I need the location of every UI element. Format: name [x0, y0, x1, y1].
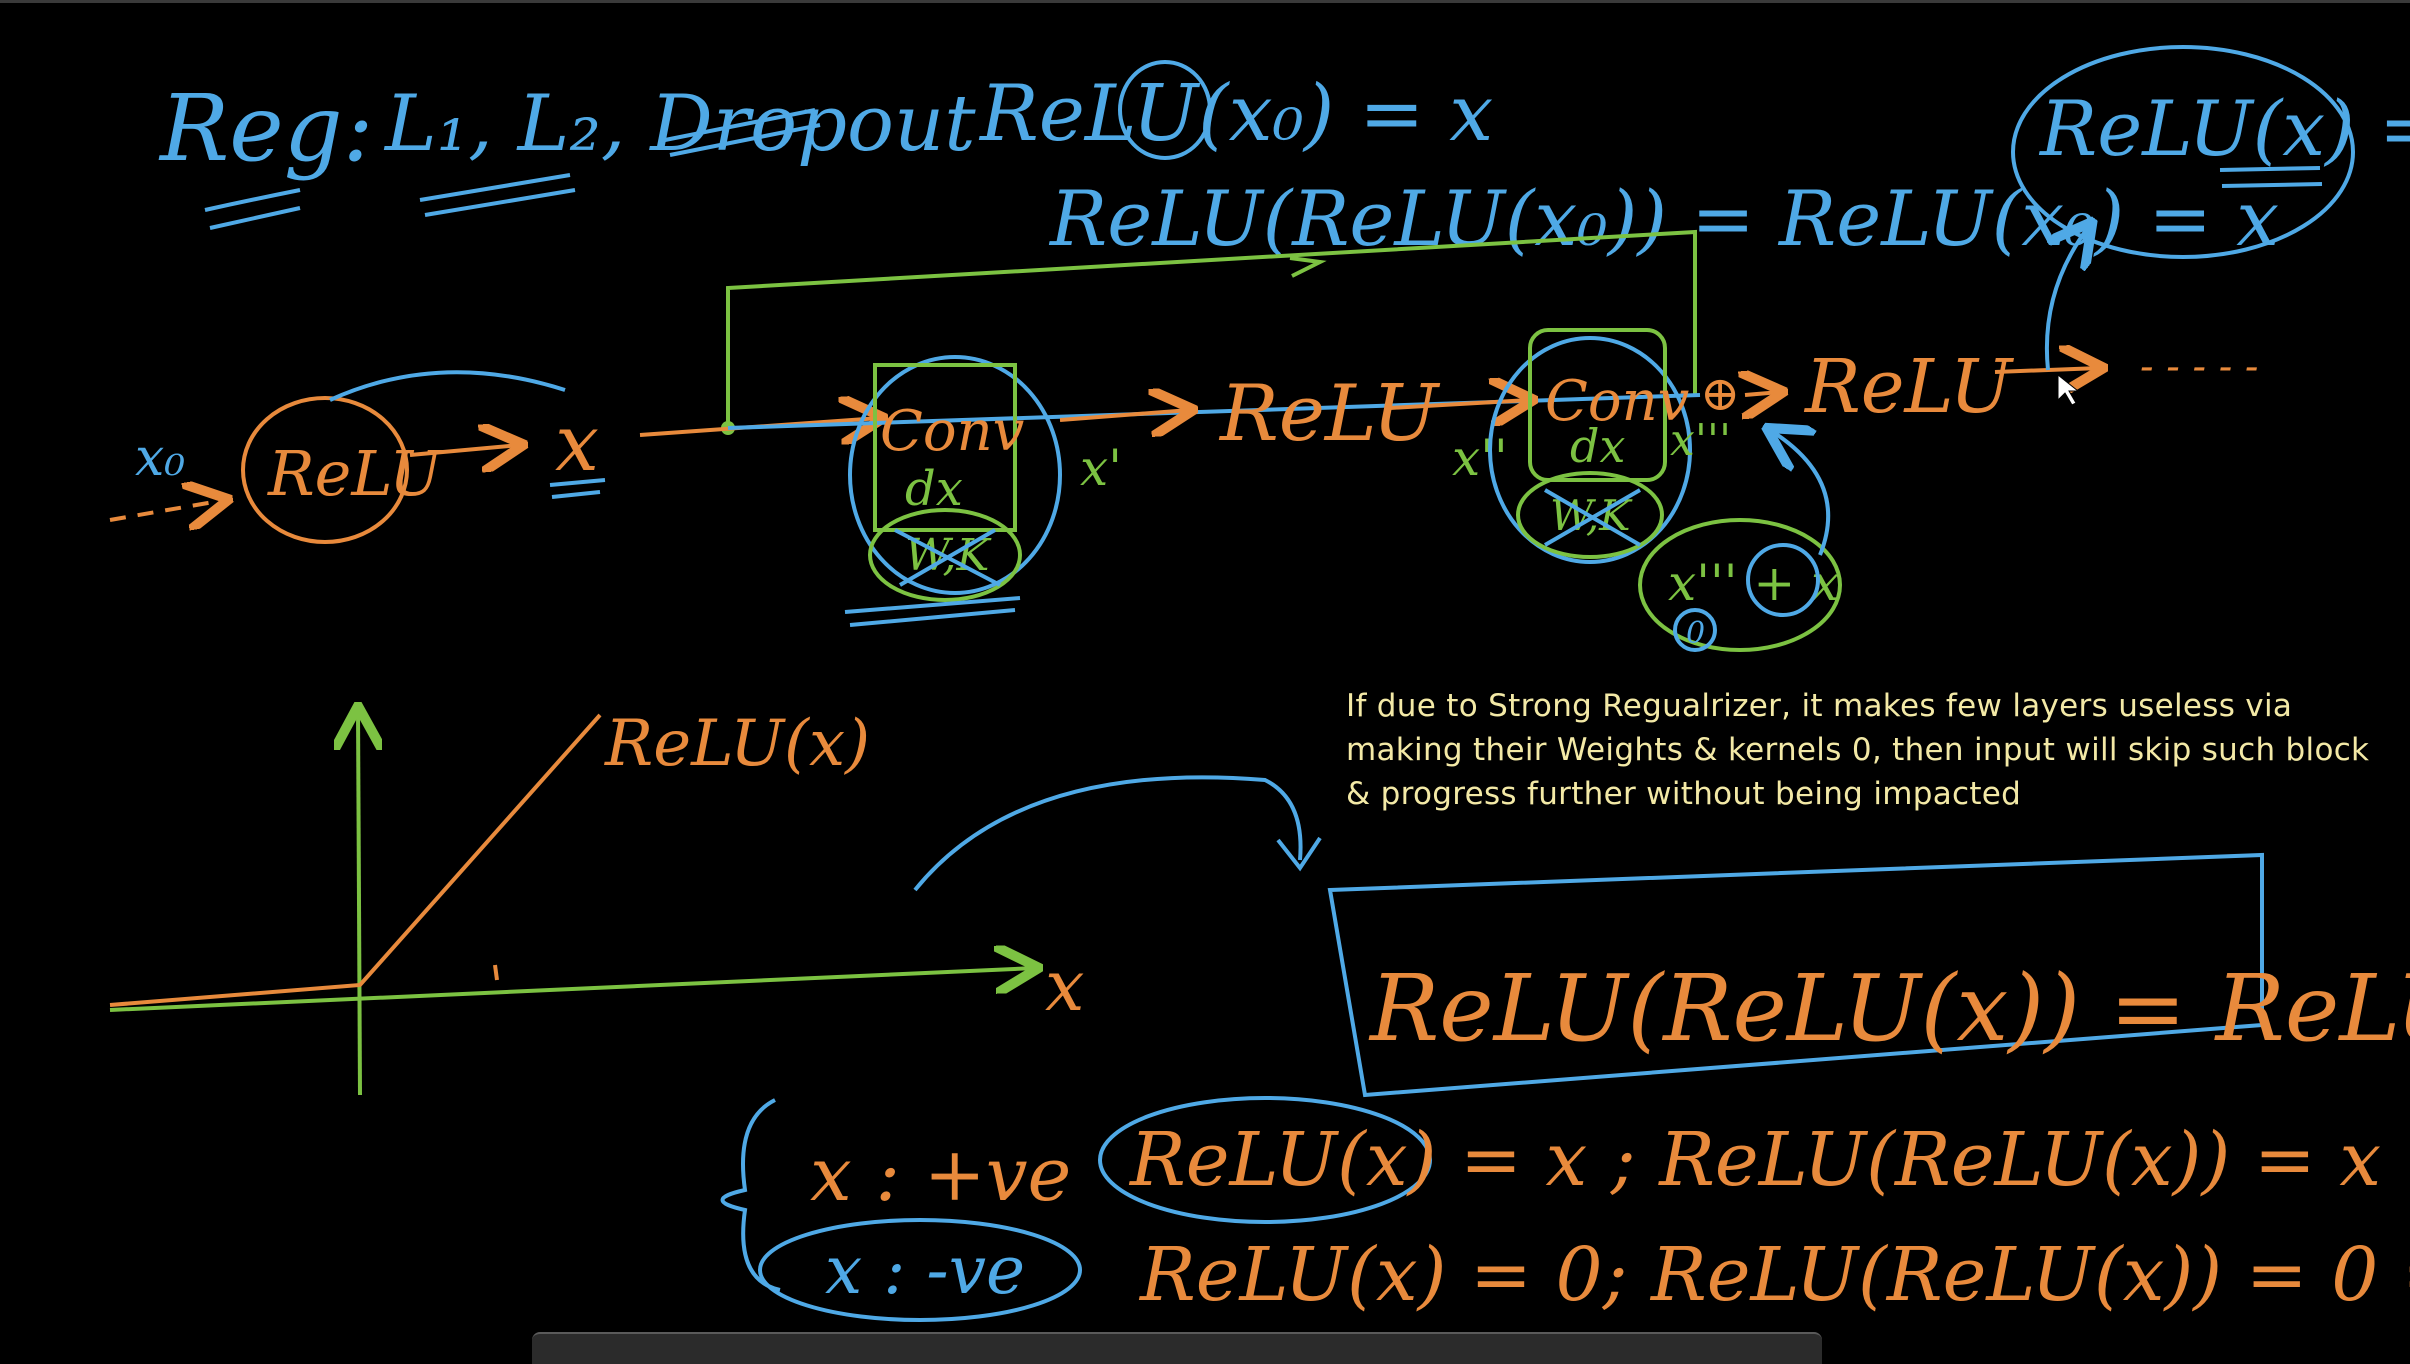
relu-node-label: ReLU — [267, 437, 443, 510]
plus-node: ⊕ — [1700, 366, 1740, 422]
case-positive-equation: ReLU(x) = x ; ReLU(ReLU(x)) = x — [1128, 1117, 2381, 1203]
eq-relu-relu-x0: ReLU(ReLU(x₀)) = ReLU(x₀) = x — [1048, 174, 2279, 263]
conv-1-label: Conv — [880, 399, 1025, 464]
reg-underline — [205, 190, 300, 228]
annotation-note: If due to Strong Regualrizer, it makes f… — [1346, 684, 2376, 816]
x-prime: x' — [1080, 439, 1122, 497]
reg-list: L₁, L₂, Dropout — [383, 79, 976, 169]
note-pointer-arc — [915, 777, 1301, 890]
network-flow: x₀ ReLU x Conv dx W,K x' ReLU x'' Conv d… — [110, 225, 2258, 651]
reg-label: Reg: — [158, 75, 374, 182]
conv-1-underline — [845, 598, 1020, 625]
input-arrow — [110, 500, 225, 520]
input-x0: x₀ — [135, 428, 185, 488]
graph-relu-label: ReLU(x) — [604, 707, 870, 781]
graph-tick — [495, 965, 497, 980]
conv-2-dx: dx — [1570, 419, 1625, 473]
regularizer-note: Reg: L₁, L₂, Dropout — [158, 75, 976, 228]
continuation-dots: - - - - - — [2140, 344, 2258, 390]
bottom-toolbar[interactable] — [532, 1332, 1822, 1364]
case-positive: x : +ve — [810, 1132, 1071, 1218]
plus-to-relu-arrow — [1745, 392, 1780, 395]
zero-label: 0 — [1686, 616, 1705, 651]
cursor-icon — [2058, 375, 2078, 405]
case-negative: x : -ve — [825, 1232, 1025, 1309]
cases-brace — [723, 1100, 781, 1290]
x-variable: x — [555, 399, 599, 489]
relu-cases: x : +ve ReLU(x) = x ; ReLU(ReLU(x)) = x … — [723, 1098, 2410, 1320]
graph-x-axis — [110, 968, 1035, 1010]
reg-list-underline-1 — [420, 175, 575, 215]
relu-feedback-arc — [330, 372, 565, 400]
boxed-equation-text: ReLU(ReLU(x)) = ReLU(x) — [1368, 955, 2410, 1062]
relu-mid-label: ReLU — [1218, 369, 1440, 459]
x-double-prime: x'' — [1452, 429, 1508, 487]
x-triple-prime: x''' — [1670, 415, 1731, 466]
relu-out-label: ReLU — [1803, 344, 2015, 430]
eq-relu-x0: ReLU(x₀) = x — [978, 69, 1493, 159]
boxed-relu-equation: ReLU(ReLU(x)) = ReLU(x) — [915, 777, 2410, 1095]
whiteboard-canvas: Reg: L₁, L₂, Dropout ReLU(x₀) = x ReLU(R… — [0, 0, 2410, 1354]
graph-y-axis — [358, 710, 360, 1095]
sum-to-plus-arrow — [1770, 430, 1828, 555]
relu-curve — [110, 715, 600, 1005]
relu-graph: ReLU(x) x — [110, 707, 1084, 1095]
case-negative-equation: ReLU(x) = 0; ReLU(ReLU(x)) = 0 = ReLU(x) — [1138, 1232, 2410, 1318]
graph-x-label: x — [1045, 945, 1084, 1027]
